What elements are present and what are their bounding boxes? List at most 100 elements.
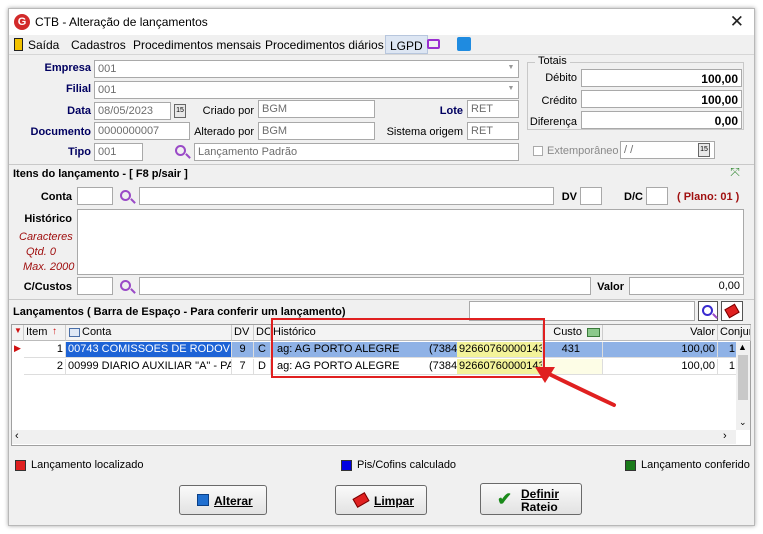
col-header-conta[interactable]: Conta xyxy=(66,325,232,341)
window-title: CTB - Alteração de lançamentos xyxy=(35,15,208,29)
close-icon[interactable]: ✕ xyxy=(730,12,744,32)
debito-value: 100,00 xyxy=(581,69,742,87)
lote-field: RET xyxy=(467,100,519,118)
empresa-field[interactable]: 001 xyxy=(94,60,519,78)
credito-value: 100,00 xyxy=(581,90,742,108)
table-row-1-dc[interactable]: C xyxy=(254,342,271,358)
table-row-1-conjunto[interactable]: 1 xyxy=(718,342,738,358)
dc-field[interactable] xyxy=(646,187,668,205)
documento-label: Documento xyxy=(30,126,92,138)
horizontal-scrollbar[interactable] xyxy=(12,430,736,444)
exit-door-icon xyxy=(14,38,23,51)
definir-label: Definir xyxy=(521,487,560,501)
lancamentos-header: Lançamentos ( Barra de Espaço - Para con… xyxy=(13,306,346,318)
conta-search-icon[interactable] xyxy=(120,190,131,201)
documento-field[interactable]: 0000000007 xyxy=(94,122,190,140)
sistema-origem-label: Sistema origem xyxy=(386,126,463,138)
data-field[interactable]: 08/05/2023 xyxy=(94,102,171,120)
menu-cadastros[interactable]: Cadastros xyxy=(71,38,126,52)
table-row-2-conta[interactable]: 00999 DIARIO AUXILIAR "A" - PA... xyxy=(66,359,232,375)
dc-label: D/C xyxy=(624,191,643,203)
data-label: Data xyxy=(67,105,91,117)
diferenca-value: 0,00 xyxy=(581,111,742,129)
legend-pis: Pis/Cofins calculado xyxy=(357,459,457,471)
table-row-2-conjunto[interactable]: 1 xyxy=(718,359,738,375)
lancamentos-search-button[interactable] xyxy=(698,301,718,321)
table-row-2-item[interactable]: 2 xyxy=(24,359,66,375)
table-row-2-dc[interactable]: D xyxy=(254,359,271,375)
lancamentos-search-icon xyxy=(702,305,713,316)
table-row-1-custo[interactable]: 431 xyxy=(543,342,603,358)
credito-label: Crédito xyxy=(541,95,577,107)
clear-eraser-button[interactable] xyxy=(721,301,743,321)
alterado-label: Alterado por xyxy=(194,126,254,138)
qtd-label: Qtd. 0 xyxy=(26,246,56,258)
extemporaneo-checkbox[interactable] xyxy=(533,146,543,156)
calendar-icon[interactable]: 15 xyxy=(174,104,186,118)
filial-dropdown-icon[interactable]: ▼ xyxy=(505,83,517,97)
dv-label: DV xyxy=(561,191,577,203)
conta-label: Conta xyxy=(40,191,72,203)
limpar-button[interactable]: Limpar xyxy=(335,485,427,515)
eraser-icon xyxy=(724,303,740,319)
expand-icon[interactable]: ⤧ xyxy=(727,165,743,181)
save-disk-icon xyxy=(197,494,209,506)
empresa-label: Empresa xyxy=(44,62,91,74)
title-bar: G CTB - Alteração de lançamentos ✕ xyxy=(9,9,754,35)
table-row-1-dv[interactable]: 9 xyxy=(232,342,254,358)
scroll-down-icon[interactable]: ⌄ xyxy=(739,417,747,428)
scroll-up-icon[interactable]: ▲ xyxy=(738,342,747,352)
col-header-conjunto[interactable]: Conjunto xyxy=(718,325,751,341)
ccustos-search-icon[interactable] xyxy=(120,280,131,291)
menu-saida[interactable]: Saída xyxy=(28,38,59,52)
col-header-valor[interactable]: Valor xyxy=(603,325,718,341)
table-row-1-valor[interactable]: 100,00 xyxy=(603,342,718,358)
menu-lgpd[interactable]: LGPD xyxy=(385,35,428,54)
dv-field[interactable] xyxy=(580,187,602,205)
lancamentos-separator xyxy=(9,299,754,300)
itens-header: Itens do lançamento - [ F8 p/sair ] xyxy=(13,168,188,180)
legend-blue-swatch xyxy=(341,460,352,471)
table-row-2-dv[interactable]: 7 xyxy=(232,359,254,375)
menu-procedimentos-mensais[interactable]: Procedimentos mensais xyxy=(133,38,261,52)
plano-label: ( Plano: 01 ) xyxy=(677,191,740,203)
conta-column-icon xyxy=(69,328,80,337)
conta-field[interactable] xyxy=(77,187,113,205)
ccustos-field[interactable] xyxy=(77,277,113,295)
legend-localizado: Lançamento localizado xyxy=(31,459,144,471)
extemporaneo-calendar-icon[interactable]: 15 xyxy=(698,143,710,157)
col-header-indicator: ▼ xyxy=(12,325,24,341)
tipo-search-icon[interactable] xyxy=(175,145,186,156)
sort-icon: ↑ xyxy=(52,326,57,337)
col-header-dv[interactable]: DV xyxy=(232,325,254,341)
lancamentos-grid[interactable]: ▼ Item ↑ Conta DV DC Histórico Custo Val… xyxy=(11,318,751,446)
empresa-dropdown-icon[interactable]: ▼ xyxy=(505,62,517,76)
table-row-2-valor[interactable]: 100,00 xyxy=(603,359,718,375)
limpar-eraser-icon xyxy=(352,492,370,508)
scroll-right-icon[interactable]: › xyxy=(723,430,727,442)
table-row-1-conta[interactable]: 00743 COMISSOES DE RODOVIA... xyxy=(66,342,232,358)
money-icon xyxy=(587,328,600,337)
col-header-dc[interactable]: DC xyxy=(254,325,271,341)
historico-textarea[interactable] xyxy=(77,209,744,275)
tipo-field[interactable]: 001 xyxy=(94,143,143,161)
alterar-button[interactable]: Alterar xyxy=(179,485,267,515)
checkmark-icon: ✔ xyxy=(497,489,513,509)
criado-label: Criado por xyxy=(202,105,254,117)
filial-field[interactable]: 001 xyxy=(94,81,519,99)
scroll-thumb[interactable] xyxy=(738,355,748,400)
monitor-icon[interactable] xyxy=(427,39,440,49)
definir-rateio-button[interactable]: ✔ Definir Rateio xyxy=(480,483,582,515)
lote-label: Lote xyxy=(439,105,463,117)
g-brand-icon[interactable] xyxy=(457,37,471,51)
col-header-item[interactable]: Item xyxy=(24,325,66,341)
tipo-label: Tipo xyxy=(67,146,91,158)
legend-red-swatch xyxy=(15,460,26,471)
table-row-1-item[interactable]: 1 xyxy=(24,342,66,358)
valor-field[interactable]: 0,00 xyxy=(629,277,744,295)
menu-procedimentos-diarios[interactable]: Procedimentos diários xyxy=(265,38,384,52)
ccustos-description xyxy=(139,277,591,295)
historico-label: Histórico xyxy=(24,213,72,225)
scroll-left-icon[interactable]: ‹ xyxy=(15,430,19,442)
debito-label: Débito xyxy=(545,72,577,84)
